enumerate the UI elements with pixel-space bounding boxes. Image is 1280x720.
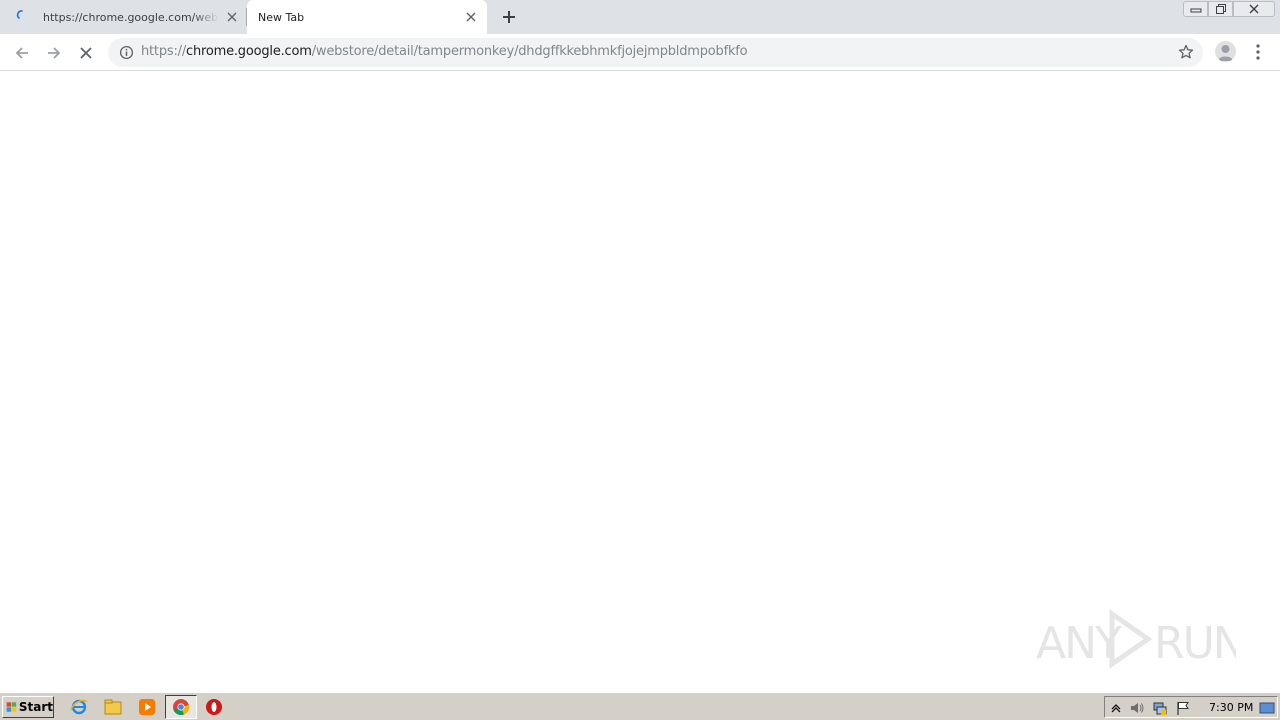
address-url[interactable]: https://chrome.google.com/webstore/detai… [141,44,748,59]
svg-text:RUN: RUN [1154,618,1236,669]
page-content [0,72,1280,692]
person-icon [1218,45,1233,61]
start-button[interactable]: Start [2,696,54,718]
url-host: chrome.google.com [186,44,312,59]
restore-button[interactable] [1208,1,1233,17]
svg-text:ANY: ANY [1036,618,1122,669]
clock[interactable]: 7:30 PM [1209,701,1253,714]
restore-icon [1215,4,1226,14]
minimize-icon [1190,8,1201,13]
tab-new-tab[interactable]: New Tab [247,0,487,34]
close-icon[interactable] [464,10,478,24]
back-button[interactable] [10,41,34,65]
plus-icon [503,11,515,23]
forward-button[interactable] [42,41,66,65]
profile-avatar[interactable] [1215,41,1236,62]
windows-logo-icon [6,702,17,712]
media-player-icon[interactable] [138,698,156,716]
chrome-taskbar-button[interactable] [165,695,197,719]
internet-explorer-icon[interactable] [70,698,88,716]
arrow-right-icon [48,47,61,59]
stop-x-icon [80,47,92,59]
tab-strip: https://chrome.google.com/webstore/detai… [0,0,1280,34]
taskbar: Start 7:30 PM [0,692,1280,720]
show-hidden-icons-icon[interactable] [1108,700,1124,716]
start-label: Start [18,700,53,714]
anyrun-watermark-logo: ANY RUN [1036,609,1236,669]
url-scheme: https:// [141,44,186,59]
action-center-flag-icon[interactable] [1175,700,1191,716]
tab-webstore[interactable]: https://chrome.google.com/webstore/detai… [0,0,246,34]
loading-spinner-icon [16,10,23,19]
volume-icon[interactable] [1129,700,1145,716]
new-tab-button[interactable] [499,7,519,27]
system-tray: 7:30 PM [1104,696,1278,718]
opera-icon[interactable] [205,698,223,716]
file-explorer-icon[interactable] [104,698,122,716]
address-bar[interactable]: https://chrome.google.com/webstore/detai… [108,38,1203,67]
chrome-icon [173,699,190,716]
arrow-left-icon [15,47,28,59]
info-icon[interactable] [119,45,134,60]
close-icon [1249,4,1259,14]
kebab-menu-icon[interactable] [1250,43,1266,61]
window-close-button[interactable] [1233,1,1275,17]
browser-toolbar: https://chrome.google.com/webstore/detai… [0,34,1280,71]
url-path: /webstore/detail/tampermonkey/dhdgffkkeb… [311,44,748,59]
network-icon[interactable] [1152,700,1168,716]
stop-loading-button[interactable] [74,41,98,65]
bookmark-star-icon[interactable] [1178,44,1194,60]
tab-title: https://chrome.google.com/webstore/detai… [43,10,219,24]
show-desktop-icon[interactable] [1259,700,1275,716]
tab-title: New Tab [258,10,305,24]
minimize-button[interactable] [1183,1,1208,17]
close-icon[interactable] [225,10,239,24]
